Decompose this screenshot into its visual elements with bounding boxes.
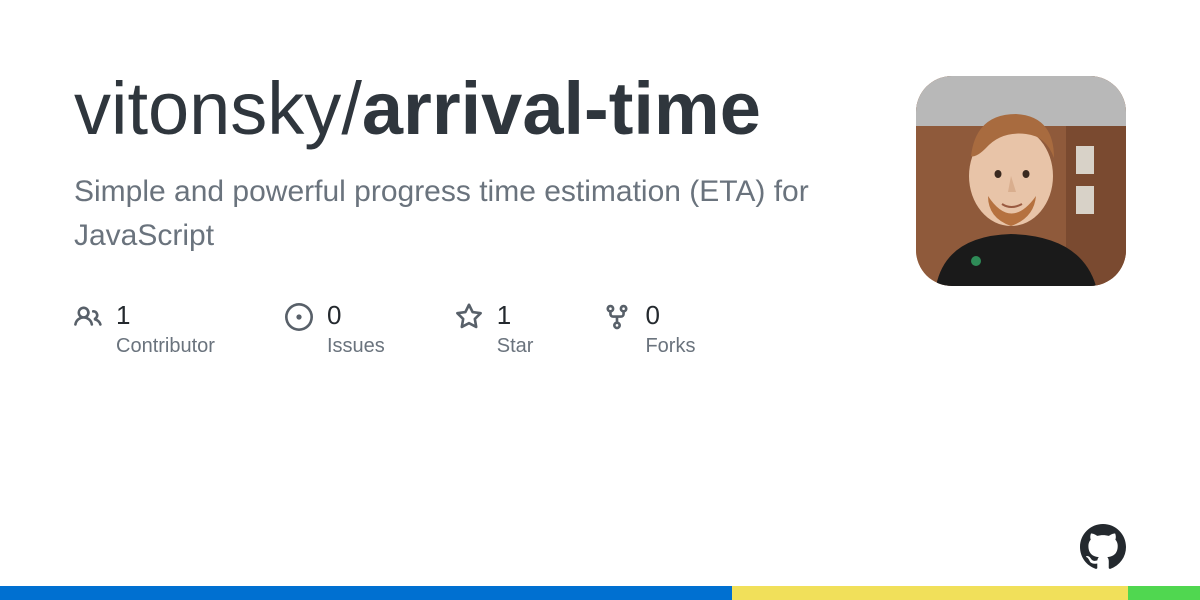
stat-label: Contributor	[116, 335, 215, 358]
owner-avatar[interactable]	[916, 76, 1126, 286]
stat-count: 1	[497, 301, 534, 331]
language-segment	[0, 586, 732, 600]
stat-stars[interactable]: 1 Star	[455, 301, 534, 358]
stat-label: Issues	[327, 335, 385, 358]
stat-label: Star	[497, 335, 534, 358]
stat-text: 1 Contributor	[116, 301, 215, 358]
repo-description: Simple and powerful progress time estima…	[74, 170, 834, 257]
issue-icon	[285, 303, 313, 331]
stat-count: 1	[116, 301, 215, 331]
repo-separator: /	[341, 67, 362, 150]
repo-social-card: vitonsky/arrival-time Simple and powerfu…	[0, 0, 1200, 600]
repo-title[interactable]: vitonsky/arrival-time	[74, 70, 874, 148]
github-logo-icon[interactable]	[1080, 524, 1126, 570]
people-icon	[74, 303, 102, 331]
stat-text: 0 Forks	[645, 301, 695, 358]
stat-count: 0	[645, 301, 695, 331]
stat-forks[interactable]: 0 Forks	[603, 301, 695, 358]
language-segment	[1128, 586, 1200, 600]
fork-icon	[603, 303, 631, 331]
stat-label: Forks	[645, 335, 695, 358]
stat-text: 0 Issues	[327, 301, 385, 358]
repo-name[interactable]: arrival-time	[362, 67, 761, 150]
stat-text: 1 Star	[497, 301, 534, 358]
stat-count: 0	[327, 301, 385, 331]
star-icon	[455, 303, 483, 331]
repo-owner[interactable]: vitonsky	[74, 67, 341, 150]
stat-contributors[interactable]: 1 Contributor	[74, 301, 215, 358]
language-bar	[0, 586, 1200, 600]
stat-issues[interactable]: 0 Issues	[285, 301, 385, 358]
language-segment	[732, 586, 1128, 600]
stats-row: 1 Contributor 0 Issues 1 S	[74, 301, 1126, 358]
